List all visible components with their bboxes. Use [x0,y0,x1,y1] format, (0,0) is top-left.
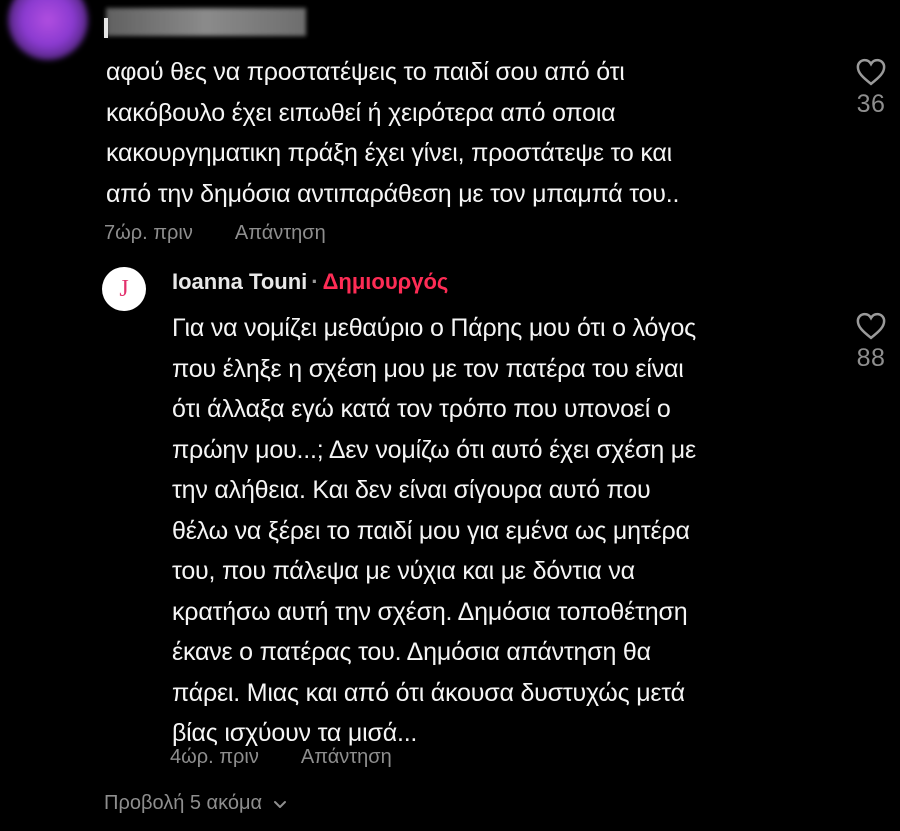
reply-comment: J Ioanna Touni · Δημιουργός Για να νομίζει… [0,262,900,831]
chevron-down-icon [274,800,287,808]
reply-timestamp: 4ώρ. πριν [170,746,259,768]
comment-line: κακόβουλο έχει ειπωθεί ή χειρότερα από ο… [106,98,616,127]
reply-line: πρώην μου...; Δεν νομίζω ότι αυτό έχει σ… [172,435,696,464]
comment-meta: 7ώρ. πριν Απάντηση [104,222,368,245]
reply-button[interactable]: Απάντηση [235,222,326,244]
reply-line: Για να νομίζει μεθαύριο ο Πάρης μου ότι … [172,314,697,342]
like-button[interactable]: 36 [846,58,896,119]
reply-line: την αλήθεια. Και δεν είναι σίγουρα αυτό … [172,476,651,504]
reply-meta: 4ώρ. πριν Απάντηση [170,746,434,769]
creator-badge: Δημιουργός [322,269,449,294]
reply-button[interactable]: Απάντηση [301,746,392,768]
heart-icon[interactable] [856,312,886,340]
view-more-replies-button[interactable]: Προβολή 5 ακόμα [104,792,288,815]
avatar[interactable] [8,0,88,60]
comment-timestamp: 7ώρ. πριν [104,222,193,244]
reply-text: Για να νομίζει μεθαύριο ο Πάρης μου ότι … [172,308,696,754]
reply-line: του, που πάλεψα με νύχια και με δόντια ν… [172,557,635,585]
reply-line: θέλω να ξέρει το παιδί μου για εμένα ως … [172,516,690,545]
reply-header: Ioanna Touni · Δημιουργός [172,269,448,295]
view-more-label: Προβολή 5 ακόμα [104,792,263,814]
comment-line: αφού θες να προστατέψεις το παιδί σου απ… [106,58,625,86]
heart-icon[interactable] [856,58,886,86]
reply-line: έκανε ο πατέρας του. Δημόσια απάντηση θα [172,638,651,666]
like-count: 88 [856,344,886,372]
separator-dot: · [311,269,319,294]
reply-line: κρατήσω αυτή την σχέση. Δημόσια τοποθέτη… [172,597,688,626]
reply-username[interactable]: Ioanna Touni [172,269,307,294]
reply-line: πάρει. Μιας και από ότι άκουσα δυστυχώς … [172,678,685,707]
comment: αφού θες να προστατέψεις το παιδί σου απ… [0,0,900,260]
comment-text: αφού θες να προστατέψεις το παιδί σου απ… [106,52,679,214]
like-button[interactable]: 88 [846,312,896,373]
comment-line: κακουργηματικη πράξη έχει γίνει, προστάτ… [106,139,672,167]
like-count: 36 [856,90,886,118]
username-redacted [106,8,306,36]
comment-line: από την δημόσια αντιπαράθεση με τον μπαμ… [106,179,680,208]
reply-line: που έληξε η σχέση μου με τον πατέρα του … [172,354,684,383]
username-fragment [104,18,108,38]
avatar[interactable]: J [102,267,146,311]
reply-line: ότι άλλαξα εγώ κατά τον τρόπο που υπονοε… [172,395,671,423]
